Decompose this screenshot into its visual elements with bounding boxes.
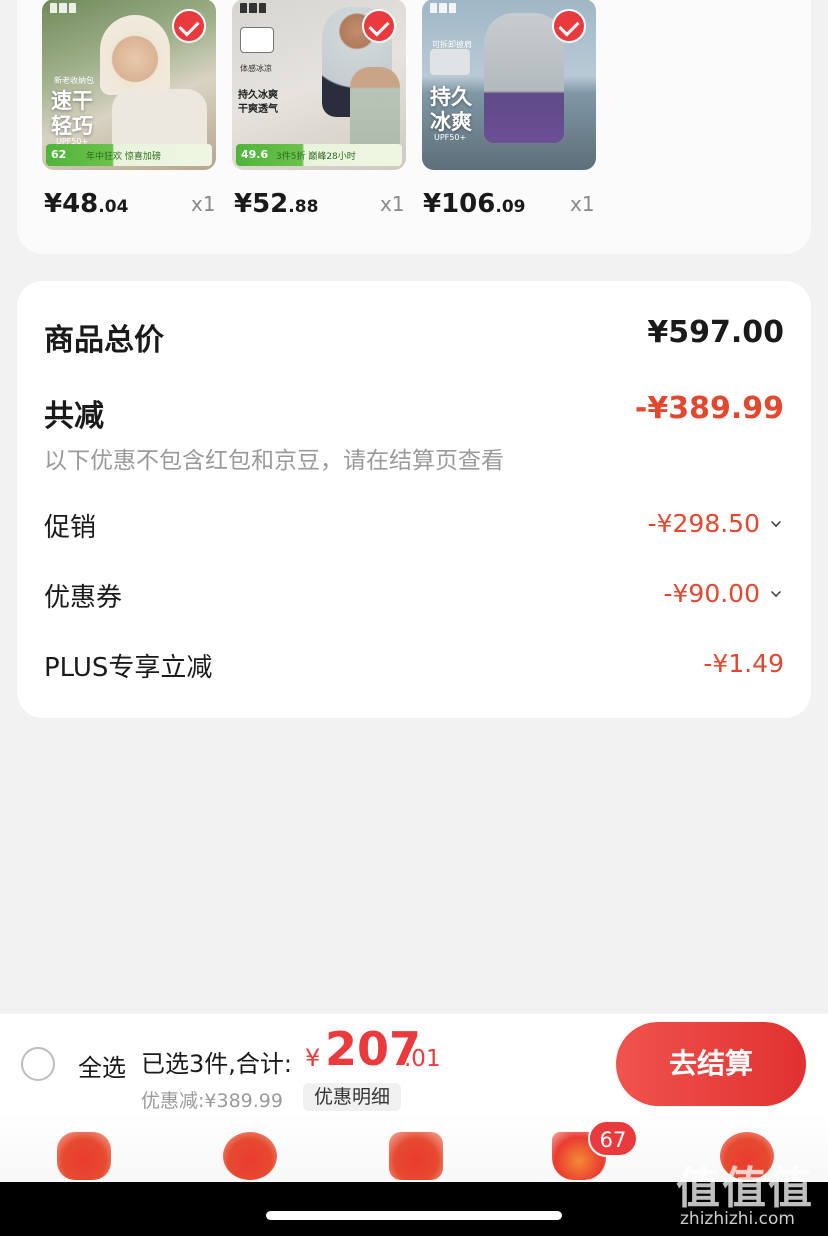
promo-text: 年中狂欢 惊喜加磅 [86, 152, 161, 162]
product-headline: 速干 轻巧 [51, 89, 93, 138]
product-thumbnail-1[interactable]: 新老收纳包 速干 轻巧 UPF50+ 62 年中狂欢 惊喜加磅 [42, 0, 216, 170]
discover-icon [223, 1132, 277, 1180]
promo-label: 促销 [44, 513, 97, 543]
discount-detail-button[interactable]: 优惠明细 [303, 1083, 402, 1111]
product-tag-text: 可拆卸披肩 [432, 40, 472, 49]
total-amount-decimal: .01 [404, 1046, 441, 1072]
product-thumbnail-2[interactable]: 持久冰爽 干爽透气 体感冰凉 49.6 3件5折 巅峰28小时 [232, 0, 406, 170]
coupon-label: 优惠券 [44, 583, 123, 613]
selected-count: 已选3件,合计: [141, 1050, 292, 1078]
price-summary-card: 商品总价 ¥597.00 共减 -¥389.99 以下优惠不包含红包和京豆，请在… [17, 281, 811, 718]
selected-check-icon[interactable] [172, 9, 206, 43]
select-all-radio[interactable] [21, 1047, 55, 1081]
product-qty-2: x1 [380, 192, 405, 216]
brand-logo [240, 3, 266, 13]
promo-value: -¥298.50 [647, 509, 760, 538]
total-currency: ¥ [305, 1044, 321, 1072]
brand-logo [430, 3, 456, 13]
product-price-3: ¥106.09 [423, 189, 526, 219]
chevron-down-icon[interactable] [771, 587, 781, 597]
reduce-label: 共减 [44, 399, 104, 434]
model-clothing [112, 89, 207, 149]
promo-strip: 62 年中狂欢 惊喜加磅 [46, 144, 212, 166]
checkout-bar: 全选 已选3件,合计: ¥ 207 .01 优惠减:¥389.99 优惠明细 去… [0, 1014, 828, 1114]
total-row: 商品总价 ¥597.00 [44, 315, 784, 358]
product-headline: 持久冰爽 干爽透气 [238, 90, 278, 115]
watermark-url: zhizhizhi.com [680, 1209, 795, 1229]
product-tag-text: 新老收纳包 [54, 76, 94, 85]
total-label: 商品总价 [44, 323, 164, 358]
promo-text: 3件5折 巅峰28小时 [276, 152, 356, 162]
checkout-button[interactable]: 去结算 [616, 1022, 806, 1106]
home-indicator[interactable] [266, 1211, 562, 1220]
category-icon [389, 1132, 443, 1180]
cart-badge: 67 [588, 1120, 638, 1157]
product-price-2: ¥52.88 [234, 189, 319, 219]
selected-check-icon[interactable] [552, 9, 586, 43]
coupon-value: -¥90.00 [663, 579, 761, 608]
watermark-logo: 值值值 [676, 1163, 814, 1214]
product-price-1: ¥48.04 [44, 189, 129, 219]
total-value: ¥597.00 [647, 315, 784, 350]
chevron-down-icon[interactable] [771, 517, 781, 527]
home-icon [57, 1132, 111, 1180]
discount-summary: 优惠减:¥389.99 [141, 1090, 283, 1112]
promo-price: 62 [51, 148, 67, 161]
product-qty-3: x1 [570, 192, 595, 216]
product-feature-text: 体感冰凉 [240, 64, 272, 73]
tab-category[interactable] [387, 1126, 445, 1182]
detail-thumb [430, 49, 470, 75]
model-photo [484, 13, 564, 143]
promo-price: 49.6 [241, 148, 269, 161]
tab-discover[interactable] [221, 1126, 279, 1182]
feature-icon [240, 27, 274, 53]
model-photo-2 [350, 67, 400, 147]
product-headline: 持久 冰爽 [430, 85, 472, 134]
selected-check-icon[interactable] [362, 9, 396, 43]
product-qty-1: x1 [191, 192, 216, 216]
promo-row[interactable]: 促销 -¥298.50 [44, 507, 784, 543]
product-thumbnail-3[interactable]: 可拆卸披肩 持久 冰爽 UPF50+ [422, 0, 596, 170]
plus-label: PLUS专享立减 [44, 653, 213, 683]
product-card: 新老收纳包 速干 轻巧 UPF50+ 62 年中狂欢 惊喜加磅 ¥48.04 x… [17, 0, 811, 254]
discount-note: 以下优惠不包含红包和京豆，请在结算页查看 [44, 448, 504, 474]
coupon-row[interactable]: 优惠券 -¥90.00 [44, 577, 784, 613]
tab-home[interactable] [55, 1126, 113, 1182]
reduce-row: 共减 -¥389.99 [44, 391, 784, 434]
plus-value: -¥1.49 [703, 649, 784, 678]
plus-row: PLUS专享立减 -¥1.49 [44, 647, 784, 683]
brand-logo [50, 3, 76, 13]
model-photo [100, 15, 170, 95]
product-upf: UPF50+ [434, 133, 467, 142]
reduce-value: -¥389.99 [634, 391, 784, 426]
promo-strip: 49.6 3件5折 巅峰28小时 [236, 144, 402, 166]
select-all-label[interactable]: 全选 [78, 1048, 126, 1083]
